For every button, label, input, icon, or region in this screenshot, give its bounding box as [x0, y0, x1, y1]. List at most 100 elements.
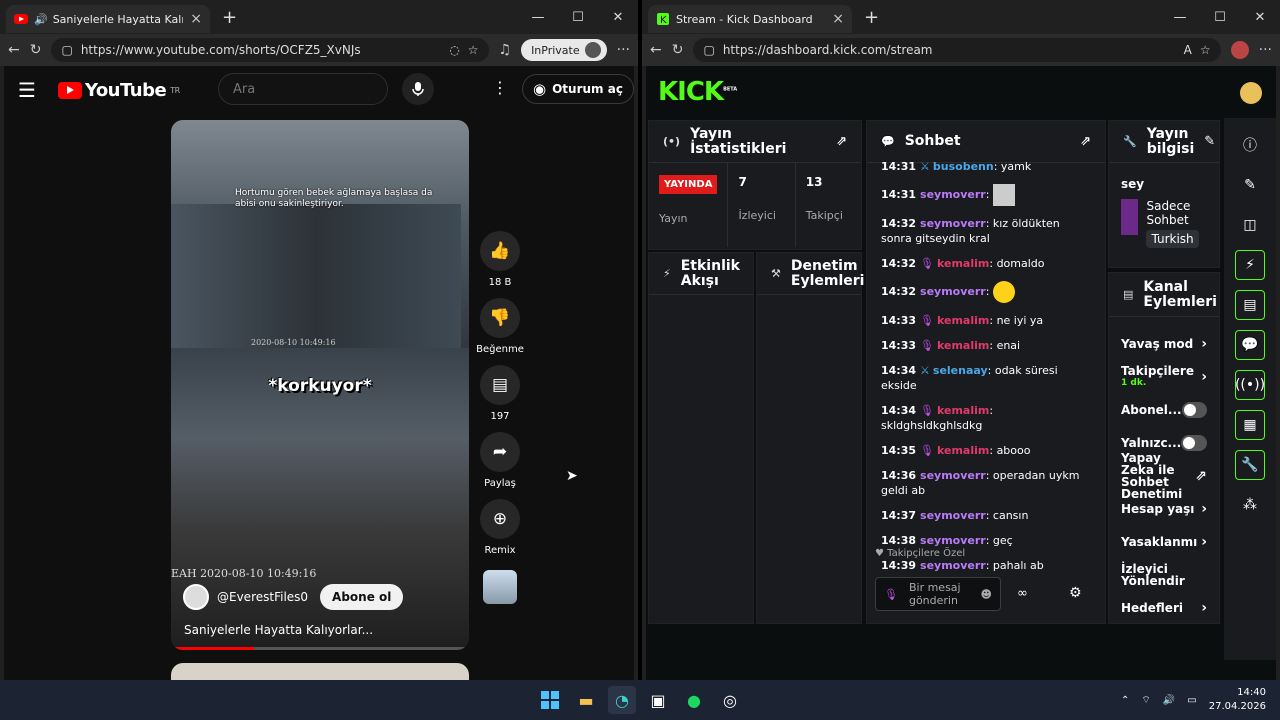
kick-logo[interactable]: KICKBETA [658, 77, 737, 107]
back-icon[interactable]: ← [8, 42, 20, 58]
chat-username[interactable]: kemalim [937, 404, 989, 417]
back-icon[interactable]: ← [650, 42, 662, 58]
remix-button[interactable]: ⊕ [480, 499, 520, 539]
volume-icon[interactable]: 🔊 [1163, 695, 1175, 706]
chat-username[interactable]: kemalim [937, 339, 989, 352]
chevron-up-icon[interactable]: ⌃ [1121, 695, 1129, 706]
youtube-logo[interactable]: YouTube TR [57, 80, 180, 101]
youtube-tab[interactable]: 🔊 Saniyelerle Hayatta Kalıyorlar... × [6, 5, 210, 33]
video-progress-bar[interactable] [171, 647, 469, 650]
menu-icon[interactable]: ☰ [18, 78, 36, 102]
channel-name[interactable]: @EverestFiles0 [217, 590, 308, 604]
close-window-icon[interactable]: ✕ [598, 10, 638, 25]
channel-action-item[interactable]: Yavaş mod › [1109, 327, 1219, 360]
edge-icon[interactable]: ◔ [608, 686, 636, 714]
chat-username[interactable]: selenaay [933, 364, 988, 377]
comments-button[interactable]: ▤ [480, 365, 520, 405]
url-field[interactable]: ▢ https://dashboard.kick.com/stream A ☆ [693, 38, 1221, 62]
chat-icon[interactable]: 💬 [1235, 330, 1265, 360]
chat-username[interactable]: kemalim [937, 444, 989, 457]
minimize-icon[interactable]: — [518, 10, 558, 25]
sound-thumbnail[interactable] [483, 570, 517, 604]
notes-icon[interactable]: ▤ [1235, 290, 1265, 320]
like-button[interactable]: 👍 [480, 231, 520, 271]
emoji-icon[interactable]: ☻ [981, 588, 992, 601]
maximize-icon[interactable]: ☐ [558, 10, 598, 25]
new-tab-button[interactable]: + [864, 7, 879, 28]
user-avatar[interactable] [1240, 82, 1262, 104]
tracking-icon[interactable]: ◌ [449, 43, 459, 57]
wrench-icon[interactable]: 🔧 [1235, 450, 1265, 480]
popout-icon[interactable]: ⇗ [836, 134, 847, 149]
channel-action-item[interactable]: Yapay Zeka ile Sohbet Denetimi ⇗ [1109, 452, 1219, 500]
site-info-icon[interactable]: ▢ [703, 43, 714, 57]
chat-username[interactable]: seymoverr [920, 534, 986, 547]
favorite-star-icon[interactable]: ☆ [1200, 43, 1211, 57]
chat-username[interactable]: seymoverr [920, 469, 986, 482]
inprivate-badge[interactable]: InPrivate [521, 39, 607, 61]
chat-settings-icon[interactable]: ⚙ [1069, 585, 1082, 601]
emote-picker-icon[interactable]: ∞ [1017, 586, 1028, 601]
edit-icon[interactable]: ✎ [1204, 134, 1215, 149]
kick-tab[interactable]: K Stream - Kick Dashboard × [648, 5, 852, 33]
close-tab-icon[interactable]: × [832, 11, 844, 27]
file-explorer-icon[interactable]: ▬ [572, 686, 600, 714]
channel-avatar[interactable] [183, 584, 209, 610]
toggle-switch[interactable] [1181, 401, 1207, 418]
favorite-star-icon[interactable]: ☆ [468, 43, 479, 57]
more-icon[interactable]: ··· [1259, 42, 1272, 58]
wifi-icon[interactable]: ⌔ [1141, 694, 1150, 707]
channel-action-item[interactable]: Takipçilere 1 dk. › [1109, 360, 1219, 393]
chat-username[interactable]: busobenn [933, 160, 994, 173]
capture-icon[interactable]: ◫ [1235, 210, 1265, 240]
short-video-player[interactable]: Hortumu gören bebek ağlamaya başlasa da … [171, 120, 469, 650]
new-tab-button[interactable]: + [222, 7, 237, 28]
store-icon[interactable]: ▣ [644, 686, 672, 714]
channel-action-item[interactable]: Yasaklanmı › [1109, 525, 1219, 558]
clock[interactable]: 14:40 27.04.2026 [1209, 686, 1266, 714]
chat-username[interactable]: seymoverr [920, 285, 986, 298]
site-info-icon[interactable]: ▢ [61, 43, 72, 57]
read-aloud-icon[interactable]: A [1184, 43, 1192, 57]
apps-icon[interactable]: ⁂ [1235, 490, 1265, 520]
dislike-button[interactable]: 👎 [480, 298, 520, 338]
refresh-icon[interactable]: ↻ [30, 42, 42, 58]
layout-icon[interactable]: ▦ [1235, 410, 1265, 440]
spotify-icon[interactable]: ● [680, 686, 708, 714]
minimize-icon[interactable]: — [1160, 10, 1200, 25]
speaker-icon[interactable]: 🔊 [34, 13, 48, 26]
subscribe-button[interactable]: Abone ol [320, 584, 404, 610]
chat-username[interactable]: seymoverr [920, 188, 986, 201]
edit-icon[interactable]: ✎ [1235, 170, 1265, 200]
channel-action-item[interactable]: İzleyici Yönlendir [1109, 558, 1219, 591]
url-field[interactable]: ▢ https://www.youtube.com/shorts/OCFZ5_X… [51, 38, 489, 62]
share-button[interactable]: ➦ [480, 432, 520, 472]
channel-action-item[interactable]: Abonel... [1109, 393, 1219, 426]
sign-in-button[interactable]: ◉ Oturum aç [522, 74, 634, 104]
chat-username[interactable]: seymoverr [920, 559, 986, 572]
refresh-icon[interactable]: ↻ [672, 42, 684, 58]
media-icon[interactable]: ♫ [499, 42, 512, 58]
chrome-icon[interactable]: ◎ [716, 686, 744, 714]
chat-username[interactable]: kemalim [937, 314, 989, 327]
info-icon[interactable]: ⓘ [1235, 130, 1265, 160]
toggle-switch[interactable] [1181, 434, 1207, 451]
windows-start-icon[interactable] [536, 686, 564, 714]
popout-icon[interactable]: ⇗ [1080, 134, 1091, 149]
battery-icon[interactable]: ▭ [1187, 695, 1196, 706]
chat-username[interactable]: kemalim [937, 257, 989, 270]
voice-search-button[interactable] [402, 73, 434, 105]
close-tab-icon[interactable]: × [190, 11, 202, 27]
lightning-icon[interactable]: ⚡ [1235, 250, 1265, 280]
search-input[interactable] [219, 74, 387, 104]
profile-icon[interactable] [1230, 41, 1249, 59]
more-icon[interactable]: ··· [617, 42, 630, 58]
broadcast-icon[interactable]: ((•)) [1235, 370, 1265, 400]
close-window-icon[interactable]: ✕ [1240, 10, 1280, 25]
chat-input[interactable]: 🎙 Bir mesaj gönderin ☻ [875, 577, 1001, 611]
video-title[interactable]: Saniyelerle Hayatta Kalıyorlar... [184, 623, 373, 637]
maximize-icon[interactable]: ☐ [1200, 10, 1240, 25]
more-vertical-icon[interactable]: ⋮ [492, 78, 508, 97]
chat-username[interactable]: seymoverr [920, 217, 986, 230]
channel-action-item[interactable]: Hedefleri › [1109, 591, 1219, 623]
